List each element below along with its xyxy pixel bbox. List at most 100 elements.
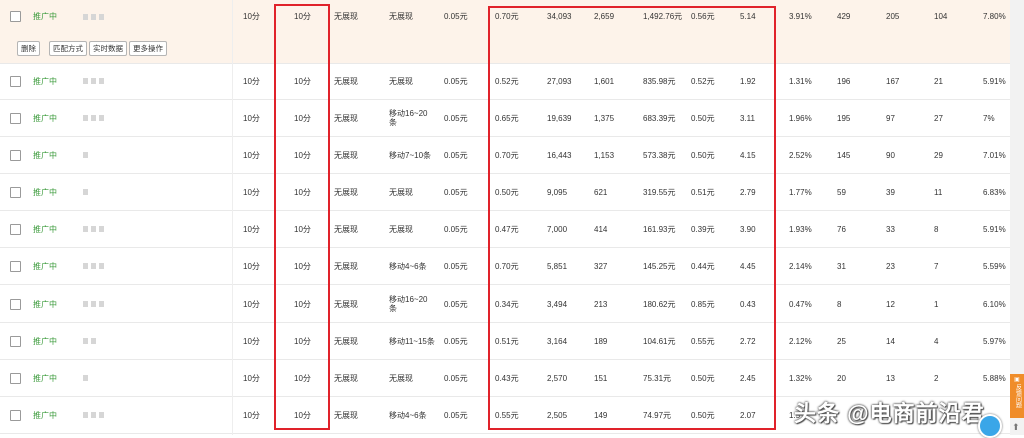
cell-bid: 0.05元	[444, 150, 468, 160]
cell-cart: 39	[886, 187, 895, 197]
cell-favorites: 8	[837, 299, 842, 309]
status-label: 推广中	[33, 187, 57, 197]
cell-pc-rank: 无展现	[334, 150, 358, 160]
row-checkbox[interactable]	[10, 112, 21, 124]
cell-quality-pc: 10分	[243, 299, 260, 309]
cell-bid: 0.05元	[444, 187, 468, 197]
cell-bid: 0.05元	[444, 76, 468, 86]
row-checkbox[interactable]	[10, 409, 21, 421]
cell-pc-rank: 无展现	[334, 224, 358, 234]
cell-quality-pc: 10分	[243, 150, 260, 160]
row-checkbox[interactable]	[10, 335, 21, 347]
cell-favorites: 59	[837, 187, 846, 197]
keyword-redacted	[83, 115, 104, 121]
realtime-data-button[interactable]: 实时数据	[89, 41, 127, 56]
cell-pc-rank: 无展现	[334, 113, 358, 123]
cell-quality-pc: 10分	[243, 187, 260, 197]
status-label: 推广中	[33, 76, 57, 86]
cell-pc-rank: 无展现	[334, 261, 358, 271]
column-divider	[232, 0, 233, 435]
watermark: 头条 @电商前沿君	[794, 401, 985, 426]
status-label: 推广中	[33, 113, 57, 123]
cell-conversion: 7%	[983, 113, 995, 123]
cell-pc-rank: 无展现	[334, 373, 358, 383]
keyword-redacted	[83, 152, 88, 158]
cell-orders: 29	[934, 150, 943, 160]
feedback-icon: ▣	[1014, 377, 1020, 383]
cell-mobile-rank: 移动7~10条	[389, 150, 432, 160]
status-label: 推广中	[33, 336, 57, 346]
cell-orders: 2	[934, 373, 939, 383]
cell-conversion: 6.10%	[983, 299, 1006, 309]
cell-bid: 0.05元	[444, 261, 468, 271]
scroll-top-icon[interactable]: ⬆	[1012, 422, 1020, 433]
cell-cart: 14	[886, 336, 895, 346]
cell-mobile-rank: 移动4~6条	[389, 410, 427, 420]
row-checkbox[interactable]	[10, 372, 21, 384]
cell-quality-pc: 10分	[243, 336, 260, 346]
cell-ctr: 2.52%	[789, 150, 812, 160]
cell-favorites: 31	[837, 261, 846, 271]
cell-favorites: 25	[837, 336, 846, 346]
cell-quality-pc: 10分	[243, 224, 260, 234]
cell-mobile-rank: 移动4~6条	[389, 261, 427, 271]
right-sidebar	[1010, 0, 1024, 435]
cell-quality-pc: 10分	[243, 410, 260, 420]
cell-ctr: 1.96%	[789, 113, 812, 123]
cell-bid: 0.05元	[444, 373, 468, 383]
cell-bid: 0.05元	[444, 299, 468, 309]
keyword-redacted	[83, 301, 104, 307]
highlight-box-quality-score	[274, 4, 330, 430]
cell-conversion: 5.97%	[983, 336, 1006, 346]
match-type-button[interactable]: 匹配方式	[49, 41, 87, 56]
row-checkbox[interactable]	[10, 149, 21, 161]
feedback-tab[interactable]: ▣ 反馈问题	[1010, 374, 1024, 418]
cell-conversion: 5.88%	[983, 373, 1006, 383]
cell-quality-pc: 10分	[243, 373, 260, 383]
cell-orders: 1	[934, 299, 939, 309]
cell-quality-pc: 10分	[243, 113, 260, 123]
cell-mobile-rank: 无展现	[389, 76, 413, 86]
cell-mobile-rank: 移动16~20条	[389, 295, 428, 313]
cell-ctr: 2.14%	[789, 261, 812, 271]
cell-conversion: 5.91%	[983, 76, 1006, 86]
status-label: 推广中	[33, 299, 57, 309]
cell-mobile-rank: 无展现	[389, 187, 413, 197]
keyword-redacted	[83, 78, 104, 84]
cell-ctr: 0.47%	[789, 299, 812, 309]
keyword-redacted	[83, 263, 104, 269]
cell-orders: 7	[934, 261, 939, 271]
cell-cart: 90	[886, 150, 895, 160]
row-checkbox[interactable]	[10, 75, 21, 87]
cell-cart: 13	[886, 373, 895, 383]
cell-bid: 0.05元	[444, 336, 468, 346]
cell-pc-rank: 无展现	[334, 12, 358, 21]
cell-mobile-rank: 无展现	[389, 224, 413, 234]
row-checkbox[interactable]	[10, 260, 21, 272]
cell-bid: 0.05元	[444, 224, 468, 234]
status-label: 推广中	[33, 12, 57, 21]
keyword-redacted	[83, 13, 104, 20]
cell-orders: 8	[934, 224, 939, 234]
keyword-redacted	[83, 189, 88, 195]
row-checkbox[interactable]	[10, 11, 21, 22]
row-checkbox[interactable]	[10, 223, 21, 235]
cell-pc-rank: 无展现	[334, 336, 358, 346]
cell-pc-rank: 无展现	[334, 410, 358, 420]
cell-pc-rank: 无展现	[334, 299, 358, 309]
cell-conversion: 5.59%	[983, 261, 1006, 271]
cell-bid: 0.05元	[444, 410, 468, 420]
cell-mobile-rank: 移动11~15条	[389, 336, 435, 346]
cell-pc-rank: 无展现	[334, 76, 358, 86]
more-actions-button[interactable]: 更多操作	[129, 41, 167, 56]
cell-conversion: 7.80%	[983, 12, 1006, 21]
cell-quality-pc: 10分	[243, 76, 260, 86]
cell-mobile-rank: 无展现	[389, 12, 413, 21]
delete-button[interactable]: 删除	[17, 41, 40, 56]
status-label: 推广中	[33, 224, 57, 234]
row-checkbox[interactable]	[10, 298, 21, 310]
cell-quality-pc: 10分	[243, 12, 260, 21]
cell-ctr: 2.12%	[789, 336, 812, 346]
cell-ctr: 1.32%	[789, 373, 812, 383]
row-checkbox[interactable]	[10, 186, 21, 198]
